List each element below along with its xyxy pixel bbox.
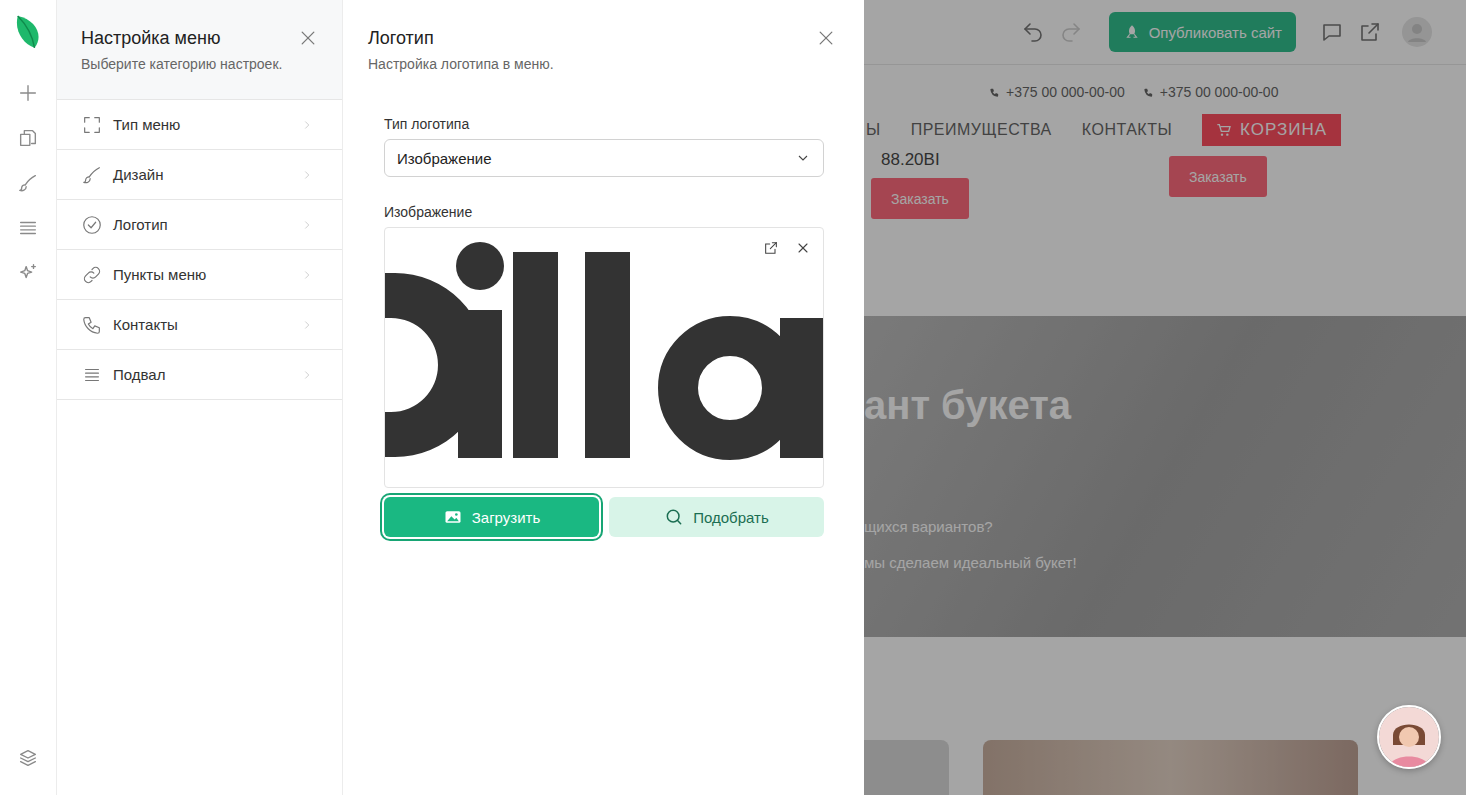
menu-category-label: Дизайн <box>113 166 290 183</box>
design-icon <box>81 164 103 186</box>
menu-settings-panel: Настройка меню Выберите категорию настрое… <box>57 0 343 795</box>
upload-label: Загрузить <box>472 509 541 526</box>
sparkles-icon[interactable] <box>17 262 39 284</box>
panel-subtitle: Настройка логотипа в меню. <box>368 55 554 73</box>
menu-type-icon <box>81 114 103 136</box>
logo-settings-header: Логотип Настройка логотипа в меню. <box>343 0 864 73</box>
brush-icon[interactable] <box>17 172 39 194</box>
chevron-down-icon <box>795 150 811 166</box>
menu-category-label: Логотип <box>113 216 290 233</box>
menu-category-item[interactable]: Подвал <box>57 350 342 400</box>
logo-type-value: Изображение <box>397 150 492 167</box>
site-preview: Опубликовать сайт +375 00 000-00-00 +375… <box>864 0 1466 795</box>
open-external-icon[interactable] <box>763 240 779 256</box>
logo-picture <box>385 228 823 487</box>
remove-image-icon[interactable] <box>795 240 811 256</box>
search-icon <box>664 507 684 527</box>
chevron-right-icon <box>300 268 314 282</box>
menu-category-label: Подвал <box>113 366 290 383</box>
menu-category-item[interactable]: Пункты меню <box>57 250 342 300</box>
logo-image-preview <box>384 227 824 488</box>
logo-settings-panel: Логотип Настройка логотипа в меню. Тип лог… <box>343 0 864 795</box>
support-avatar-icon <box>1379 707 1439 767</box>
menu-category-item[interactable]: Тип меню <box>57 100 342 150</box>
support-chat-button[interactable] <box>1377 705 1441 769</box>
logo-type-select[interactable]: Изображение <box>384 139 824 177</box>
preview-overlay <box>864 0 1466 795</box>
image-icon <box>443 507 463 527</box>
menu-category-list: Тип меню Дизайн Логотип Пункты меню Контакты… <box>57 100 342 400</box>
editor: Настройка меню Выберите категорию настрое… <box>0 0 1466 795</box>
pick-button[interactable]: Подобрать <box>609 497 824 537</box>
menu-category-item[interactable]: Контакты <box>57 300 342 350</box>
layers-icon[interactable] <box>17 747 39 769</box>
tool-rail <box>0 0 57 795</box>
close-icon[interactable] <box>298 28 318 48</box>
add-icon[interactable] <box>17 82 39 104</box>
menu-settings-header: Настройка меню Выберите категорию настрое… <box>57 0 342 100</box>
sections-icon[interactable] <box>17 217 39 239</box>
chevron-right-icon <box>300 318 314 332</box>
close-icon[interactable] <box>816 28 836 48</box>
chevron-right-icon <box>300 218 314 232</box>
panel-subtitle: Выберите категорию настроек. <box>81 55 282 73</box>
chevron-right-icon <box>300 168 314 182</box>
link-icon <box>81 264 103 286</box>
chevron-right-icon <box>300 368 314 382</box>
panel-title: Настройка меню <box>81 26 282 50</box>
logo-type-label: Тип логотипа <box>384 115 824 133</box>
chevron-right-icon <box>300 118 314 132</box>
leaf-logo-icon[interactable] <box>14 12 42 50</box>
image-label: Изображение <box>384 203 824 221</box>
pages-icon[interactable] <box>17 127 39 149</box>
image-tools <box>763 240 811 256</box>
menu-category-item[interactable]: Дизайн <box>57 150 342 200</box>
logo-icon <box>81 214 103 236</box>
pick-label: Подобрать <box>693 509 769 526</box>
panel-title: Логотип <box>368 26 554 50</box>
upload-button[interactable]: Загрузить <box>384 497 599 537</box>
menu-category-label: Пункты меню <box>113 266 290 283</box>
footer-icon <box>81 364 103 386</box>
menu-category-label: Контакты <box>113 316 290 333</box>
menu-category-label: Тип меню <box>113 116 290 133</box>
phone-icon <box>81 314 103 336</box>
menu-category-item[interactable]: Логотип <box>57 200 342 250</box>
